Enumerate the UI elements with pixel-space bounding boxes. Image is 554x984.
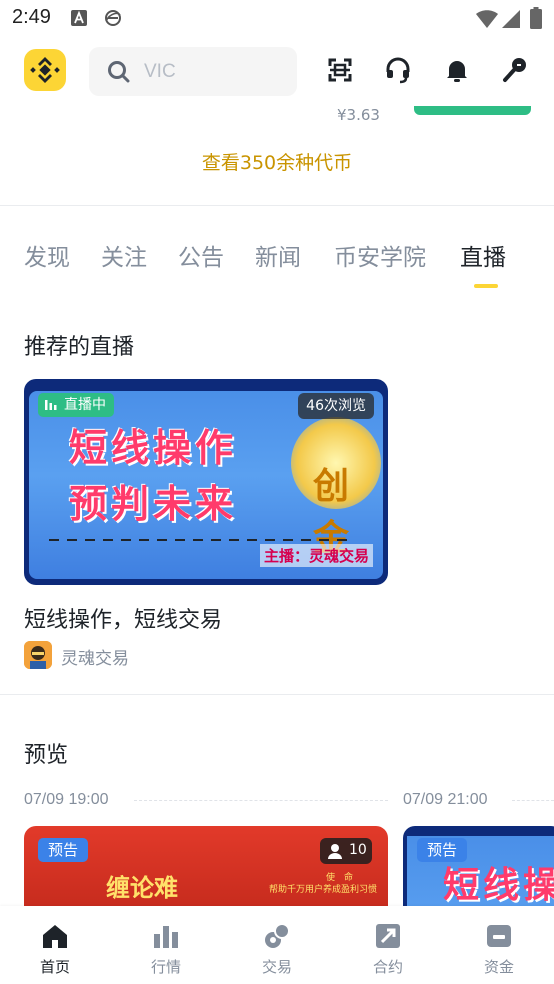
viewer-count-badge: 10 bbox=[320, 838, 372, 864]
preview-art-text: 缠论难 bbox=[106, 873, 178, 902]
futures-icon bbox=[376, 924, 400, 948]
referral-gift-icon[interactable] bbox=[501, 56, 529, 84]
trade-button[interactable] bbox=[414, 106, 531, 115]
live-stream-card[interactable]: 创金 短线操作 预判未来 主播：灵魂交易 直播中 46次浏览 bbox=[24, 379, 388, 585]
preview-time: 07/09 19:00 bbox=[24, 791, 109, 808]
live-thumbnail: 创金 短线操作 预判未来 主播：灵魂交易 bbox=[29, 391, 383, 579]
host-avatar bbox=[24, 641, 52, 669]
tab-announcements[interactable]: 公告 bbox=[178, 238, 224, 272]
notification-bell-icon[interactable] bbox=[443, 56, 471, 84]
active-tab-indicator bbox=[474, 284, 498, 288]
search-bar[interactable]: VIC bbox=[89, 47, 297, 96]
timeline-dash bbox=[134, 800, 388, 801]
thumbnail-dash-decoration bbox=[49, 539, 349, 541]
host-name: 灵魂交易 bbox=[61, 649, 129, 669]
notification-a-icon bbox=[71, 10, 87, 26]
live-status-badge: 直播中 bbox=[38, 393, 114, 417]
status-time: 2:49 bbox=[12, 6, 51, 28]
home-icon bbox=[43, 925, 67, 948]
thumbnail-text-line2: 预判未来 bbox=[69, 481, 238, 526]
wifi-icon bbox=[476, 10, 498, 28]
preview-badge: 预告 bbox=[38, 838, 89, 862]
preview-art-sub: 帮助千万用户养成盈利习惯 bbox=[269, 885, 378, 895]
scan-icon[interactable] bbox=[326, 56, 354, 84]
preview-art-text: 短线操 bbox=[443, 864, 554, 906]
thumbnail-host-label: 主播：灵魂交易 bbox=[259, 544, 373, 567]
preview-time: 07/09 21:00 bbox=[403, 791, 488, 808]
preview-card[interactable]: 预告 缠论难 使 命 帮助千万用户养成盈利习惯 10 bbox=[24, 826, 388, 916]
tab-following[interactable]: 关注 bbox=[101, 238, 147, 272]
status-bar: 2:49 bbox=[0, 0, 554, 38]
timeline-dash bbox=[512, 800, 554, 801]
tab-news[interactable]: 新闻 bbox=[255, 238, 301, 272]
markets-chart-icon bbox=[154, 926, 178, 948]
tab-academy[interactable]: 币安学院 bbox=[334, 238, 426, 272]
nav-markets[interactable]: 行情 bbox=[111, 906, 221, 984]
preview-heading: 预览 bbox=[24, 743, 69, 768]
recommended-live-heading: 推荐的直播 bbox=[24, 335, 135, 360]
thumbnail-text-line1: 短线操作 bbox=[69, 425, 238, 470]
support-headset-icon[interactable] bbox=[384, 56, 412, 84]
viewer-count: 10 bbox=[349, 842, 367, 858]
nav-futures[interactable]: 合约 bbox=[333, 906, 443, 984]
person-icon bbox=[328, 844, 342, 859]
ticker-price: ¥3.63 bbox=[337, 106, 380, 124]
host-avatar-icon bbox=[24, 641, 52, 669]
nav-trade[interactable]: 交易 bbox=[222, 906, 332, 984]
live-card-title[interactable]: 短线操作，短线交易 bbox=[24, 602, 222, 634]
section-divider bbox=[0, 694, 554, 695]
thumbnail-coin-art: 创金 bbox=[291, 417, 381, 559]
browser-e-icon bbox=[105, 10, 121, 26]
trade-icon bbox=[265, 923, 290, 948]
signal-icon bbox=[502, 10, 520, 28]
tab-discover[interactable]: 发现 bbox=[24, 238, 70, 272]
nav-wallet[interactable]: 资金 bbox=[444, 906, 554, 984]
binance-logo-icon bbox=[30, 57, 60, 83]
section-divider bbox=[0, 205, 554, 206]
view-count-badge: 46次浏览 bbox=[298, 393, 374, 419]
top-bar: VIC bbox=[0, 40, 554, 106]
view-all-tokens-link[interactable]: 查看350余种代币 bbox=[0, 148, 554, 175]
tab-live[interactable]: 直播 bbox=[460, 238, 506, 272]
search-icon bbox=[108, 61, 130, 83]
live-status-text: 直播中 bbox=[64, 397, 106, 413]
wallet-icon bbox=[487, 925, 511, 947]
preview-card[interactable]: 预告 短线操 bbox=[403, 826, 554, 916]
nav-home[interactable]: 首页 bbox=[0, 906, 110, 984]
live-bars-icon bbox=[45, 400, 57, 410]
binance-logo[interactable] bbox=[24, 49, 66, 91]
bottom-navigation: 首页 行情 交易 合约 资金 bbox=[0, 906, 554, 984]
search-input[interactable]: VIC bbox=[144, 61, 176, 83]
battery-icon bbox=[530, 7, 542, 29]
